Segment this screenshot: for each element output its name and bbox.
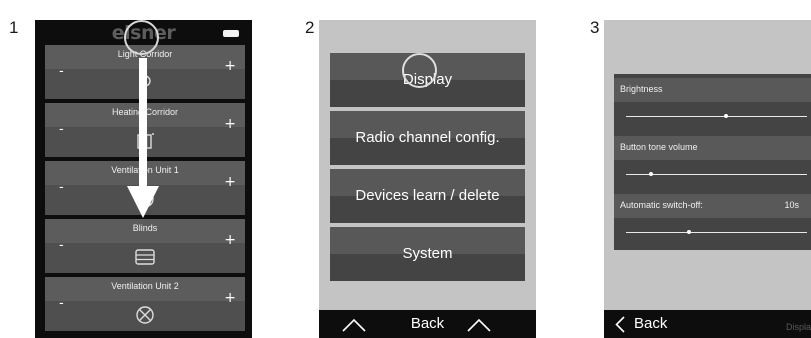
display-settings-panel: Brightness Button tone volume Automatic … — [614, 74, 811, 250]
menu-item-label: Radio channel config. — [355, 129, 500, 146]
increase-button[interactable]: + — [224, 232, 236, 248]
back-bar[interactable]: Back — [319, 310, 536, 338]
brightness-setting: Brightness — [614, 78, 811, 132]
decrease-button[interactable]: - — [59, 64, 64, 79]
tile-title: Blinds — [132, 223, 158, 233]
volume-slider[interactable] — [626, 174, 807, 175]
chevron-up-icon[interactable] — [466, 318, 492, 332]
touch-indicator-circle — [402, 53, 437, 88]
increase-button[interactable]: + — [224, 174, 236, 190]
fan-icon — [136, 306, 154, 324]
swipe-down-arrow-icon — [127, 58, 159, 218]
increase-button[interactable]: + — [224, 116, 236, 132]
button-tone-volume-setting: Button tone volume — [614, 136, 811, 190]
decrease-button[interactable]: - — [59, 122, 64, 137]
back-button[interactable]: Back — [319, 315, 536, 332]
setting-label: Button tone volume — [620, 142, 698, 152]
home-screen: elsner Light Corridor - + Heating Corrid… — [35, 20, 252, 338]
decrease-button[interactable]: - — [59, 238, 64, 253]
automatic-switch-off-setting: Automatic switch-off: 10s — [614, 194, 811, 248]
decrease-button[interactable]: - — [59, 296, 64, 311]
step-number-3: 3 — [590, 18, 600, 37]
chevron-left-icon[interactable] — [615, 316, 625, 333]
menu-item-devices-learn-delete[interactable]: Devices learn / delete — [330, 169, 525, 223]
brightness-slider[interactable] — [626, 116, 807, 117]
settings-menu-screen: Display Radio channel config. Devices le… — [319, 20, 536, 338]
settings-menu: Display Radio channel config. Devices le… — [330, 53, 525, 285]
breadcrumb: Displa — [785, 322, 811, 332]
device-tile-ventilation-unit-2[interactable]: Ventilation Unit 2 - + — [45, 277, 245, 331]
back-button[interactable]: Back — [634, 315, 667, 332]
blinds-icon — [135, 249, 155, 265]
tile-title: Ventilation Unit 2 — [111, 281, 179, 291]
increase-button[interactable]: + — [224, 58, 236, 74]
display-settings-screen: Brightness Button tone volume Automatic … — [604, 20, 811, 338]
menu-item-radio-channel-config[interactable]: Radio channel config. — [330, 111, 525, 165]
menu-item-label: System — [402, 245, 453, 262]
setting-label: Automatic switch-off: — [620, 200, 703, 210]
back-bar[interactable]: Back Displa — [604, 310, 811, 338]
device-tile-blinds[interactable]: Blinds - + — [45, 219, 245, 273]
touch-indicator-circle — [124, 20, 159, 55]
setting-value: 10s — [784, 200, 799, 210]
slider-handle[interactable] — [687, 230, 692, 234]
decrease-button[interactable]: - — [59, 180, 64, 195]
switch-off-slider[interactable] — [626, 232, 807, 233]
slider-handle[interactable] — [649, 172, 654, 176]
setting-label: Brightness — [620, 84, 663, 94]
battery-icon — [223, 30, 239, 37]
increase-button[interactable]: + — [224, 290, 236, 306]
step-number-2: 2 — [305, 18, 315, 37]
step-number-1: 1 — [9, 18, 19, 37]
menu-item-system[interactable]: System — [330, 227, 525, 281]
menu-item-label: Devices learn / delete — [355, 187, 500, 204]
slider-handle[interactable] — [723, 114, 728, 118]
